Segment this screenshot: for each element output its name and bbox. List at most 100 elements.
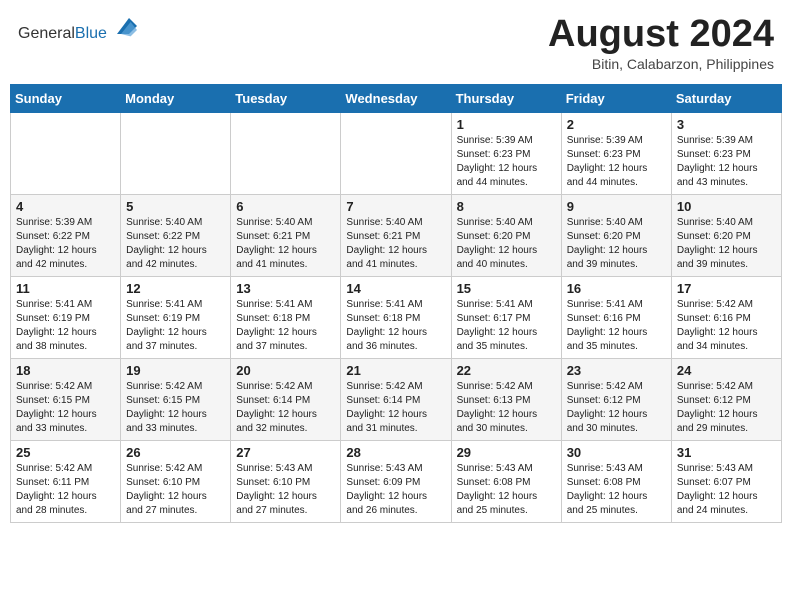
- day-number: 20: [236, 363, 335, 378]
- calendar-day-cell: 7 Sunrise: 5:40 AMSunset: 6:21 PMDaylight…: [341, 194, 451, 276]
- logo-blue-text: Blue: [75, 25, 107, 42]
- logo-icon: [113, 14, 137, 38]
- weekday-header-friday: Friday: [561, 84, 671, 112]
- weekday-header-saturday: Saturday: [671, 84, 781, 112]
- day-info: Sunrise: 5:42 AMSunset: 6:13 PMDaylight:…: [457, 380, 556, 436]
- calendar-day-cell: 22 Sunrise: 5:42 AMSunset: 6:13 PMDayligh…: [451, 358, 561, 440]
- day-info: Sunrise: 5:42 AMSunset: 6:16 PMDaylight:…: [677, 298, 776, 354]
- day-info: Sunrise: 5:41 AMSunset: 6:18 PMDaylight:…: [346, 298, 445, 354]
- calendar-day-cell: 27 Sunrise: 5:43 AMSunset: 6:10 PMDayligh…: [231, 440, 341, 522]
- calendar-day-cell: [121, 112, 231, 194]
- day-info: Sunrise: 5:43 AMSunset: 6:08 PMDaylight:…: [567, 462, 666, 518]
- day-number: 9: [567, 199, 666, 214]
- calendar-day-cell: 29 Sunrise: 5:43 AMSunset: 6:08 PMDayligh…: [451, 440, 561, 522]
- day-info: Sunrise: 5:40 AMSunset: 6:21 PMDaylight:…: [236, 216, 335, 272]
- weekday-header-row: SundayMondayTuesdayWednesdayThursdayFrid…: [11, 84, 782, 112]
- calendar-day-cell: 1 Sunrise: 5:39 AMSunset: 6:23 PMDaylight…: [451, 112, 561, 194]
- day-info: Sunrise: 5:42 AMSunset: 6:12 PMDaylight:…: [677, 380, 776, 436]
- calendar-week-1: 1 Sunrise: 5:39 AMSunset: 6:23 PMDaylight…: [11, 112, 782, 194]
- weekday-header-monday: Monday: [121, 84, 231, 112]
- month-title: August 2024: [548, 14, 774, 56]
- day-number: 31: [677, 445, 776, 460]
- calendar-day-cell: 9 Sunrise: 5:40 AMSunset: 6:20 PMDaylight…: [561, 194, 671, 276]
- day-info: Sunrise: 5:43 AMSunset: 6:08 PMDaylight:…: [457, 462, 556, 518]
- calendar-day-cell: 25 Sunrise: 5:42 AMSunset: 6:11 PMDayligh…: [11, 440, 121, 522]
- day-number: 17: [677, 281, 776, 296]
- weekday-header-tuesday: Tuesday: [231, 84, 341, 112]
- day-number: 2: [567, 117, 666, 132]
- day-number: 30: [567, 445, 666, 460]
- day-info: Sunrise: 5:41 AMSunset: 6:19 PMDaylight:…: [16, 298, 115, 354]
- weekday-header-sunday: Sunday: [11, 84, 121, 112]
- day-info: Sunrise: 5:43 AMSunset: 6:10 PMDaylight:…: [236, 462, 335, 518]
- day-info: Sunrise: 5:43 AMSunset: 6:09 PMDaylight:…: [346, 462, 445, 518]
- calendar-day-cell: 10Sunrise: 5:40 AMSunset: 6:20 PMDayligh…: [671, 194, 781, 276]
- day-info: Sunrise: 5:40 AMSunset: 6:20 PMDaylight:…: [457, 216, 556, 272]
- day-number: 21: [346, 363, 445, 378]
- day-number: 7: [346, 199, 445, 214]
- day-info: Sunrise: 5:41 AMSunset: 6:19 PMDaylight:…: [126, 298, 225, 354]
- weekday-header-thursday: Thursday: [451, 84, 561, 112]
- calendar-day-cell: 14Sunrise: 5:41 AMSunset: 6:18 PMDayligh…: [341, 276, 451, 358]
- calendar-day-cell: 3Sunrise: 5:39 AMSunset: 6:23 PMDaylight…: [671, 112, 781, 194]
- day-number: 5: [126, 199, 225, 214]
- day-info: Sunrise: 5:42 AMSunset: 6:10 PMDaylight:…: [126, 462, 225, 518]
- calendar-day-cell: 13 Sunrise: 5:41 AMSunset: 6:18 PMDayligh…: [231, 276, 341, 358]
- day-number: 12: [126, 281, 225, 296]
- calendar-day-cell: 24Sunrise: 5:42 AMSunset: 6:12 PMDayligh…: [671, 358, 781, 440]
- weekday-header-wednesday: Wednesday: [341, 84, 451, 112]
- day-number: 3: [677, 117, 776, 132]
- calendar-day-cell: [11, 112, 121, 194]
- logo-general-text: General: [18, 25, 75, 42]
- day-info: Sunrise: 5:39 AMSunset: 6:23 PMDaylight:…: [457, 134, 556, 190]
- calendar-day-cell: 28Sunrise: 5:43 AMSunset: 6:09 PMDayligh…: [341, 440, 451, 522]
- day-number: 29: [457, 445, 556, 460]
- location: Bitin, Calabarzon, Philippines: [548, 56, 774, 72]
- day-number: 13: [236, 281, 335, 296]
- day-info: Sunrise: 5:42 AMSunset: 6:15 PMDaylight:…: [126, 380, 225, 436]
- calendar-day-cell: 15 Sunrise: 5:41 AMSunset: 6:17 PMDayligh…: [451, 276, 561, 358]
- day-info: Sunrise: 5:41 AMSunset: 6:16 PMDaylight:…: [567, 298, 666, 354]
- calendar-week-2: 4Sunrise: 5:39 AMSunset: 6:22 PMDaylight…: [11, 194, 782, 276]
- day-info: Sunrise: 5:42 AMSunset: 6:12 PMDaylight:…: [567, 380, 666, 436]
- calendar-day-cell: 6 Sunrise: 5:40 AMSunset: 6:21 PMDaylight…: [231, 194, 341, 276]
- day-number: 15: [457, 281, 556, 296]
- calendar-day-cell: [341, 112, 451, 194]
- calendar-day-cell: 26 Sunrise: 5:42 AMSunset: 6:10 PMDayligh…: [121, 440, 231, 522]
- day-number: 26: [126, 445, 225, 460]
- day-number: 25: [16, 445, 115, 460]
- calendar-day-cell: 11Sunrise: 5:41 AMSunset: 6:19 PMDayligh…: [11, 276, 121, 358]
- day-info: Sunrise: 5:39 AMSunset: 6:22 PMDaylight:…: [16, 216, 115, 272]
- calendar-day-cell: 23Sunrise: 5:42 AMSunset: 6:12 PMDayligh…: [561, 358, 671, 440]
- day-info: Sunrise: 5:42 AMSunset: 6:15 PMDaylight:…: [16, 380, 115, 436]
- day-info: Sunrise: 5:40 AMSunset: 6:20 PMDaylight:…: [567, 216, 666, 272]
- calendar-day-cell: 5Sunrise: 5:40 AMSunset: 6:22 PMDaylight…: [121, 194, 231, 276]
- calendar-day-cell: 16 Sunrise: 5:41 AMSunset: 6:16 PMDayligh…: [561, 276, 671, 358]
- day-info: Sunrise: 5:41 AMSunset: 6:18 PMDaylight:…: [236, 298, 335, 354]
- calendar-table: SundayMondayTuesdayWednesdayThursdayFrid…: [10, 84, 782, 523]
- day-info: Sunrise: 5:39 AMSunset: 6:23 PMDaylight:…: [567, 134, 666, 190]
- page-header: GeneralBlue August 2024 Bitin, Calabarzo…: [10, 10, 782, 76]
- calendar-day-cell: 30 Sunrise: 5:43 AMSunset: 6:08 PMDayligh…: [561, 440, 671, 522]
- day-number: 1: [457, 117, 556, 132]
- calendar-day-cell: 12 Sunrise: 5:41 AMSunset: 6:19 PMDayligh…: [121, 276, 231, 358]
- calendar-day-cell: 31Sunrise: 5:43 AMSunset: 6:07 PMDayligh…: [671, 440, 781, 522]
- day-number: 19: [126, 363, 225, 378]
- calendar-day-cell: 4Sunrise: 5:39 AMSunset: 6:22 PMDaylight…: [11, 194, 121, 276]
- day-info: Sunrise: 5:42 AMSunset: 6:11 PMDaylight:…: [16, 462, 115, 518]
- title-area: August 2024 Bitin, Calabarzon, Philippin…: [548, 14, 774, 72]
- day-info: Sunrise: 5:42 AMSunset: 6:14 PMDaylight:…: [346, 380, 445, 436]
- day-number: 22: [457, 363, 556, 378]
- day-number: 27: [236, 445, 335, 460]
- day-info: Sunrise: 5:40 AMSunset: 6:21 PMDaylight:…: [346, 216, 445, 272]
- day-info: Sunrise: 5:41 AMSunset: 6:17 PMDaylight:…: [457, 298, 556, 354]
- day-number: 16: [567, 281, 666, 296]
- logo: GeneralBlue: [18, 14, 137, 43]
- calendar-week-3: 11Sunrise: 5:41 AMSunset: 6:19 PMDayligh…: [11, 276, 782, 358]
- calendar-week-5: 25 Sunrise: 5:42 AMSunset: 6:11 PMDayligh…: [11, 440, 782, 522]
- day-number: 6: [236, 199, 335, 214]
- day-number: 10: [677, 199, 776, 214]
- calendar-day-cell: 8Sunrise: 5:40 AMSunset: 6:20 PMDaylight…: [451, 194, 561, 276]
- calendar-day-cell: 20 Sunrise: 5:42 AMSunset: 6:14 PMDayligh…: [231, 358, 341, 440]
- day-info: Sunrise: 5:42 AMSunset: 6:14 PMDaylight:…: [236, 380, 335, 436]
